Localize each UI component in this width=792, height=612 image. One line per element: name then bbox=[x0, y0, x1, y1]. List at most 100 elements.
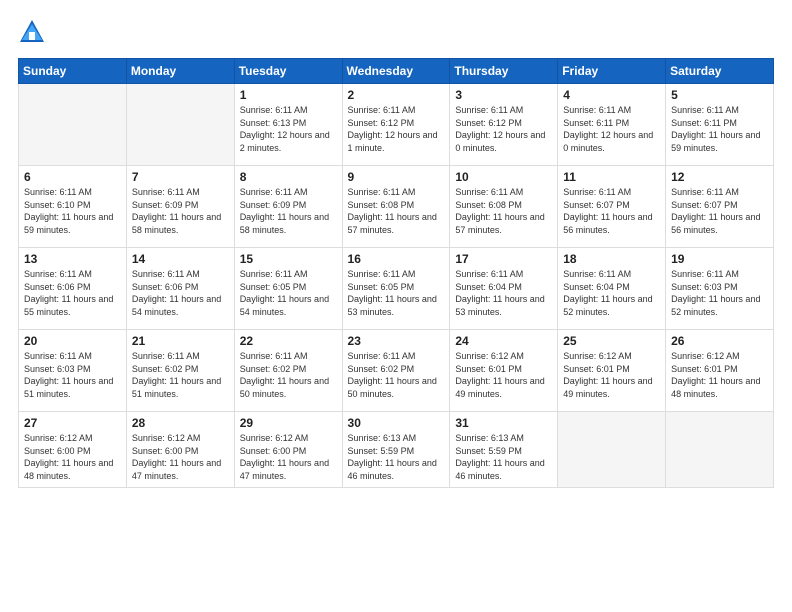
calendar-cell: 10 Sunrise: 6:11 AM Sunset: 6:08 PM Dayli… bbox=[450, 166, 558, 248]
day-number: 21 bbox=[132, 334, 229, 348]
day-number: 9 bbox=[348, 170, 445, 184]
day-info: Sunrise: 6:11 AM Sunset: 6:05 PM Dayligh… bbox=[240, 268, 337, 318]
calendar-cell: 18 Sunrise: 6:11 AM Sunset: 6:04 PM Dayli… bbox=[558, 248, 666, 330]
calendar-week-1: 1 Sunrise: 6:11 AM Sunset: 6:13 PM Daylig… bbox=[19, 84, 774, 166]
calendar-cell: 5Sunrise: 6:11 AM Sunset: 6:11 PM Daylig… bbox=[666, 84, 774, 166]
day-info: Sunrise: 6:11 AM Sunset: 6:05 PM Dayligh… bbox=[348, 268, 445, 318]
day-number: 7 bbox=[132, 170, 229, 184]
calendar-cell: 25 Sunrise: 6:12 AM Sunset: 6:01 PM Dayli… bbox=[558, 330, 666, 412]
calendar-cell: 19Sunrise: 6:11 AM Sunset: 6:03 PM Dayli… bbox=[666, 248, 774, 330]
day-number: 3 bbox=[455, 88, 552, 102]
day-info: Sunrise: 6:11 AM Sunset: 6:06 PM Dayligh… bbox=[132, 268, 229, 318]
day-number: 10 bbox=[455, 170, 552, 184]
calendar-cell: 4 Sunrise: 6:11 AM Sunset: 6:11 PM Daylig… bbox=[558, 84, 666, 166]
calendar-cell: 14 Sunrise: 6:11 AM Sunset: 6:06 PM Dayli… bbox=[126, 248, 234, 330]
calendar-cell: 22 Sunrise: 6:11 AM Sunset: 6:02 PM Dayli… bbox=[234, 330, 342, 412]
calendar-cell bbox=[19, 84, 127, 166]
calendar-week-2: 6Sunrise: 6:11 AM Sunset: 6:10 PM Daylig… bbox=[19, 166, 774, 248]
calendar-cell bbox=[558, 412, 666, 488]
calendar-cell: 13 Sunrise: 6:11 AM Sunset: 6:06 PM Dayli… bbox=[19, 248, 127, 330]
calendar-cell: 3 Sunrise: 6:11 AM Sunset: 6:12 PM Daylig… bbox=[450, 84, 558, 166]
calendar-cell: 29Sunrise: 6:12 AM Sunset: 6:00 PM Dayli… bbox=[234, 412, 342, 488]
calendar-cell: 9 Sunrise: 6:11 AM Sunset: 6:08 PM Daylig… bbox=[342, 166, 450, 248]
header bbox=[18, 18, 774, 46]
day-info: Sunrise: 6:12 AM Sunset: 6:01 PM Dayligh… bbox=[671, 350, 768, 400]
calendar-cell: 30 Sunrise: 6:13 AM Sunset: 5:59 PM Dayli… bbox=[342, 412, 450, 488]
day-info: Sunrise: 6:11 AM Sunset: 6:06 PM Dayligh… bbox=[24, 268, 121, 318]
calendar-cell: 23 Sunrise: 6:11 AM Sunset: 6:02 PM Dayli… bbox=[342, 330, 450, 412]
day-number: 15 bbox=[240, 252, 337, 266]
calendar-cell bbox=[666, 412, 774, 488]
page: SundayMondayTuesdayWednesdayThursdayFrid… bbox=[0, 0, 792, 612]
calendar-cell: 27 Sunrise: 6:12 AM Sunset: 6:00 PM Dayli… bbox=[19, 412, 127, 488]
day-number: 5 bbox=[671, 88, 768, 102]
day-info: Sunrise: 6:11 AM Sunset: 6:04 PM Dayligh… bbox=[455, 268, 552, 318]
calendar-cell: 17Sunrise: 6:11 AM Sunset: 6:04 PM Dayli… bbox=[450, 248, 558, 330]
day-info: Sunrise: 6:11 AM Sunset: 6:02 PM Dayligh… bbox=[132, 350, 229, 400]
calendar-cell: 26 Sunrise: 6:12 AM Sunset: 6:01 PM Dayli… bbox=[666, 330, 774, 412]
calendar-header-row: SundayMondayTuesdayWednesdayThursdayFrid… bbox=[19, 59, 774, 84]
day-number: 13 bbox=[24, 252, 121, 266]
day-number: 18 bbox=[563, 252, 660, 266]
calendar-cell: 21 Sunrise: 6:11 AM Sunset: 6:02 PM Dayli… bbox=[126, 330, 234, 412]
day-number: 12 bbox=[671, 170, 768, 184]
day-info: Sunrise: 6:11 AM Sunset: 6:08 PM Dayligh… bbox=[455, 186, 552, 236]
day-number: 2 bbox=[348, 88, 445, 102]
day-info: Sunrise: 6:11 AM Sunset: 6:02 PM Dayligh… bbox=[348, 350, 445, 400]
calendar-cell: 31Sunrise: 6:13 AM Sunset: 5:59 PM Dayli… bbox=[450, 412, 558, 488]
day-info: Sunrise: 6:11 AM Sunset: 6:03 PM Dayligh… bbox=[24, 350, 121, 400]
day-info: Sunrise: 6:11 AM Sunset: 6:12 PM Dayligh… bbox=[455, 104, 552, 154]
col-header-saturday: Saturday bbox=[666, 59, 774, 84]
day-number: 23 bbox=[348, 334, 445, 348]
calendar-cell: 24 Sunrise: 6:12 AM Sunset: 6:01 PM Dayli… bbox=[450, 330, 558, 412]
day-number: 26 bbox=[671, 334, 768, 348]
calendar-cell: 6Sunrise: 6:11 AM Sunset: 6:10 PM Daylig… bbox=[19, 166, 127, 248]
day-number: 6 bbox=[24, 170, 121, 184]
day-info: Sunrise: 6:11 AM Sunset: 6:07 PM Dayligh… bbox=[671, 186, 768, 236]
day-number: 24 bbox=[455, 334, 552, 348]
calendar-cell: 12 Sunrise: 6:11 AM Sunset: 6:07 PM Dayli… bbox=[666, 166, 774, 248]
calendar-cell bbox=[126, 84, 234, 166]
day-info: Sunrise: 6:11 AM Sunset: 6:09 PM Dayligh… bbox=[132, 186, 229, 236]
calendar-cell: 11Sunrise: 6:11 AM Sunset: 6:07 PM Dayli… bbox=[558, 166, 666, 248]
logo bbox=[18, 18, 50, 46]
day-info: Sunrise: 6:12 AM Sunset: 6:01 PM Dayligh… bbox=[455, 350, 552, 400]
day-number: 27 bbox=[24, 416, 121, 430]
day-number: 25 bbox=[563, 334, 660, 348]
day-number: 20 bbox=[24, 334, 121, 348]
day-info: Sunrise: 6:13 AM Sunset: 5:59 PM Dayligh… bbox=[348, 432, 445, 482]
calendar-week-3: 13 Sunrise: 6:11 AM Sunset: 6:06 PM Dayli… bbox=[19, 248, 774, 330]
day-info: Sunrise: 6:11 AM Sunset: 6:07 PM Dayligh… bbox=[563, 186, 660, 236]
day-info: Sunrise: 6:11 AM Sunset: 6:12 PM Dayligh… bbox=[348, 104, 445, 154]
day-number: 14 bbox=[132, 252, 229, 266]
day-info: Sunrise: 6:12 AM Sunset: 6:00 PM Dayligh… bbox=[132, 432, 229, 482]
day-info: Sunrise: 6:12 AM Sunset: 6:01 PM Dayligh… bbox=[563, 350, 660, 400]
calendar-week-5: 27 Sunrise: 6:12 AM Sunset: 6:00 PM Dayli… bbox=[19, 412, 774, 488]
calendar-cell: 28 Sunrise: 6:12 AM Sunset: 6:00 PM Dayli… bbox=[126, 412, 234, 488]
day-number: 28 bbox=[132, 416, 229, 430]
col-header-monday: Monday bbox=[126, 59, 234, 84]
day-info: Sunrise: 6:11 AM Sunset: 6:04 PM Dayligh… bbox=[563, 268, 660, 318]
calendar-cell: 1 Sunrise: 6:11 AM Sunset: 6:13 PM Daylig… bbox=[234, 84, 342, 166]
calendar-cell: 2 Sunrise: 6:11 AM Sunset: 6:12 PM Daylig… bbox=[342, 84, 450, 166]
calendar: SundayMondayTuesdayWednesdayThursdayFrid… bbox=[18, 58, 774, 488]
day-number: 30 bbox=[348, 416, 445, 430]
day-info: Sunrise: 6:11 AM Sunset: 6:02 PM Dayligh… bbox=[240, 350, 337, 400]
logo-icon bbox=[18, 18, 46, 46]
day-number: 22 bbox=[240, 334, 337, 348]
calendar-cell: 7 Sunrise: 6:11 AM Sunset: 6:09 PM Daylig… bbox=[126, 166, 234, 248]
day-number: 4 bbox=[563, 88, 660, 102]
day-number: 1 bbox=[240, 88, 337, 102]
day-info: Sunrise: 6:11 AM Sunset: 6:08 PM Dayligh… bbox=[348, 186, 445, 236]
day-info: Sunrise: 6:12 AM Sunset: 6:00 PM Dayligh… bbox=[240, 432, 337, 482]
day-info: Sunrise: 6:12 AM Sunset: 6:00 PM Dayligh… bbox=[24, 432, 121, 482]
day-info: Sunrise: 6:11 AM Sunset: 6:13 PM Dayligh… bbox=[240, 104, 337, 154]
col-header-friday: Friday bbox=[558, 59, 666, 84]
day-info: Sunrise: 6:11 AM Sunset: 6:11 PM Dayligh… bbox=[563, 104, 660, 154]
calendar-cell: 8Sunrise: 6:11 AM Sunset: 6:09 PM Daylig… bbox=[234, 166, 342, 248]
calendar-cell: 20 Sunrise: 6:11 AM Sunset: 6:03 PM Dayli… bbox=[19, 330, 127, 412]
col-header-tuesday: Tuesday bbox=[234, 59, 342, 84]
day-number: 19 bbox=[671, 252, 768, 266]
day-number: 16 bbox=[348, 252, 445, 266]
day-info: Sunrise: 6:11 AM Sunset: 6:09 PM Dayligh… bbox=[240, 186, 337, 236]
